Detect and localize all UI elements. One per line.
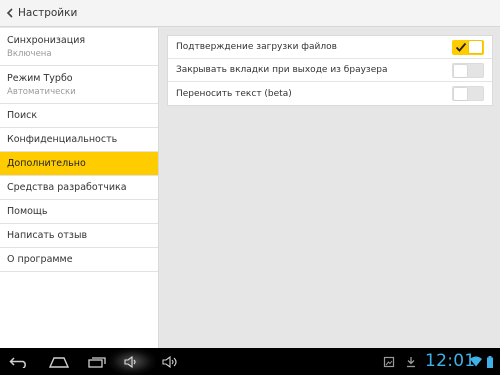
recent-apps-icon[interactable]	[87, 348, 109, 375]
title-bar: Настройки	[0, 0, 500, 27]
download-icon	[405, 348, 417, 375]
checkmark-icon	[455, 42, 467, 52]
settings-sidebar: Синхронизация Включена Режим Турбо Автом…	[0, 28, 159, 348]
battery-icon	[486, 348, 494, 375]
setting-label: Переносить текст (beta)	[176, 88, 292, 99]
volume-down-icon[interactable]	[122, 348, 140, 375]
sidebar-item-advanced[interactable]: Дополнительно	[0, 152, 158, 176]
back-icon[interactable]	[8, 348, 30, 375]
setting-label: Закрывать вкладки при выходе из браузера	[176, 65, 388, 75]
toggle-knob	[469, 41, 482, 53]
toggle-switch[interactable]	[452, 86, 484, 101]
status-clock: 12:01	[425, 351, 476, 371]
screenshot-icon	[382, 348, 396, 375]
chevron-left-icon[interactable]	[3, 0, 17, 27]
sidebar-item-feedback[interactable]: Написать отзыв	[0, 224, 158, 248]
page-title: Настройки	[18, 7, 78, 19]
setting-confirm-downloads[interactable]: Подтверждение загрузки файлов	[168, 36, 492, 59]
settings-content: Подтверждение загрузки файлов Закрывать …	[160, 28, 500, 348]
sidebar-item-privacy[interactable]: Конфиденциальность	[0, 128, 158, 152]
sidebar-item-label: Дополнительно	[7, 158, 86, 169]
sidebar-item-sync[interactable]: Синхронизация Включена	[0, 28, 158, 66]
volume-up-icon[interactable]	[160, 348, 180, 375]
sidebar-item-label: Написать отзыв	[7, 230, 88, 241]
sidebar-item-help[interactable]: Помощь	[0, 200, 158, 224]
setting-label: Подтверждение загрузки файлов	[176, 42, 337, 52]
sidebar-item-turbo[interactable]: Режим Турбо Автоматически	[0, 66, 158, 104]
sidebar-item-sublabel: Автоматически	[7, 86, 76, 97]
sidebar-item-label: Средства разработчика	[7, 182, 127, 193]
wifi-icon	[470, 348, 482, 375]
sidebar-item-label: Помощь	[7, 206, 48, 217]
toggle-knob	[454, 88, 467, 100]
sidebar-item-search[interactable]: Поиск	[0, 104, 158, 128]
sidebar-item-sublabel: Включена	[7, 48, 52, 59]
toggle-switch[interactable]	[452, 40, 484, 55]
system-navigation-bar: 12:01	[0, 348, 500, 375]
sidebar-item-about[interactable]: О программе	[0, 248, 158, 272]
sidebar-item-label: Синхронизация	[7, 34, 86, 46]
setting-close-tabs-on-exit[interactable]: Закрывать вкладки при выходе из браузера	[168, 59, 492, 82]
toggle-knob	[454, 65, 467, 77]
sidebar-item-label: Поиск	[7, 110, 38, 121]
setting-wrap-text[interactable]: Переносить текст (beta)	[168, 82, 492, 105]
sidebar-item-developer-tools[interactable]: Средства разработчика	[0, 176, 158, 200]
settings-panel: Подтверждение загрузки файлов Закрывать …	[167, 35, 493, 106]
home-icon[interactable]	[47, 348, 71, 375]
sidebar-item-label: О программе	[7, 254, 73, 265]
sidebar-item-label: Конфиденциальность	[7, 134, 118, 145]
sidebar-item-label: Режим Турбо	[7, 72, 73, 84]
toggle-switch[interactable]	[452, 63, 484, 78]
